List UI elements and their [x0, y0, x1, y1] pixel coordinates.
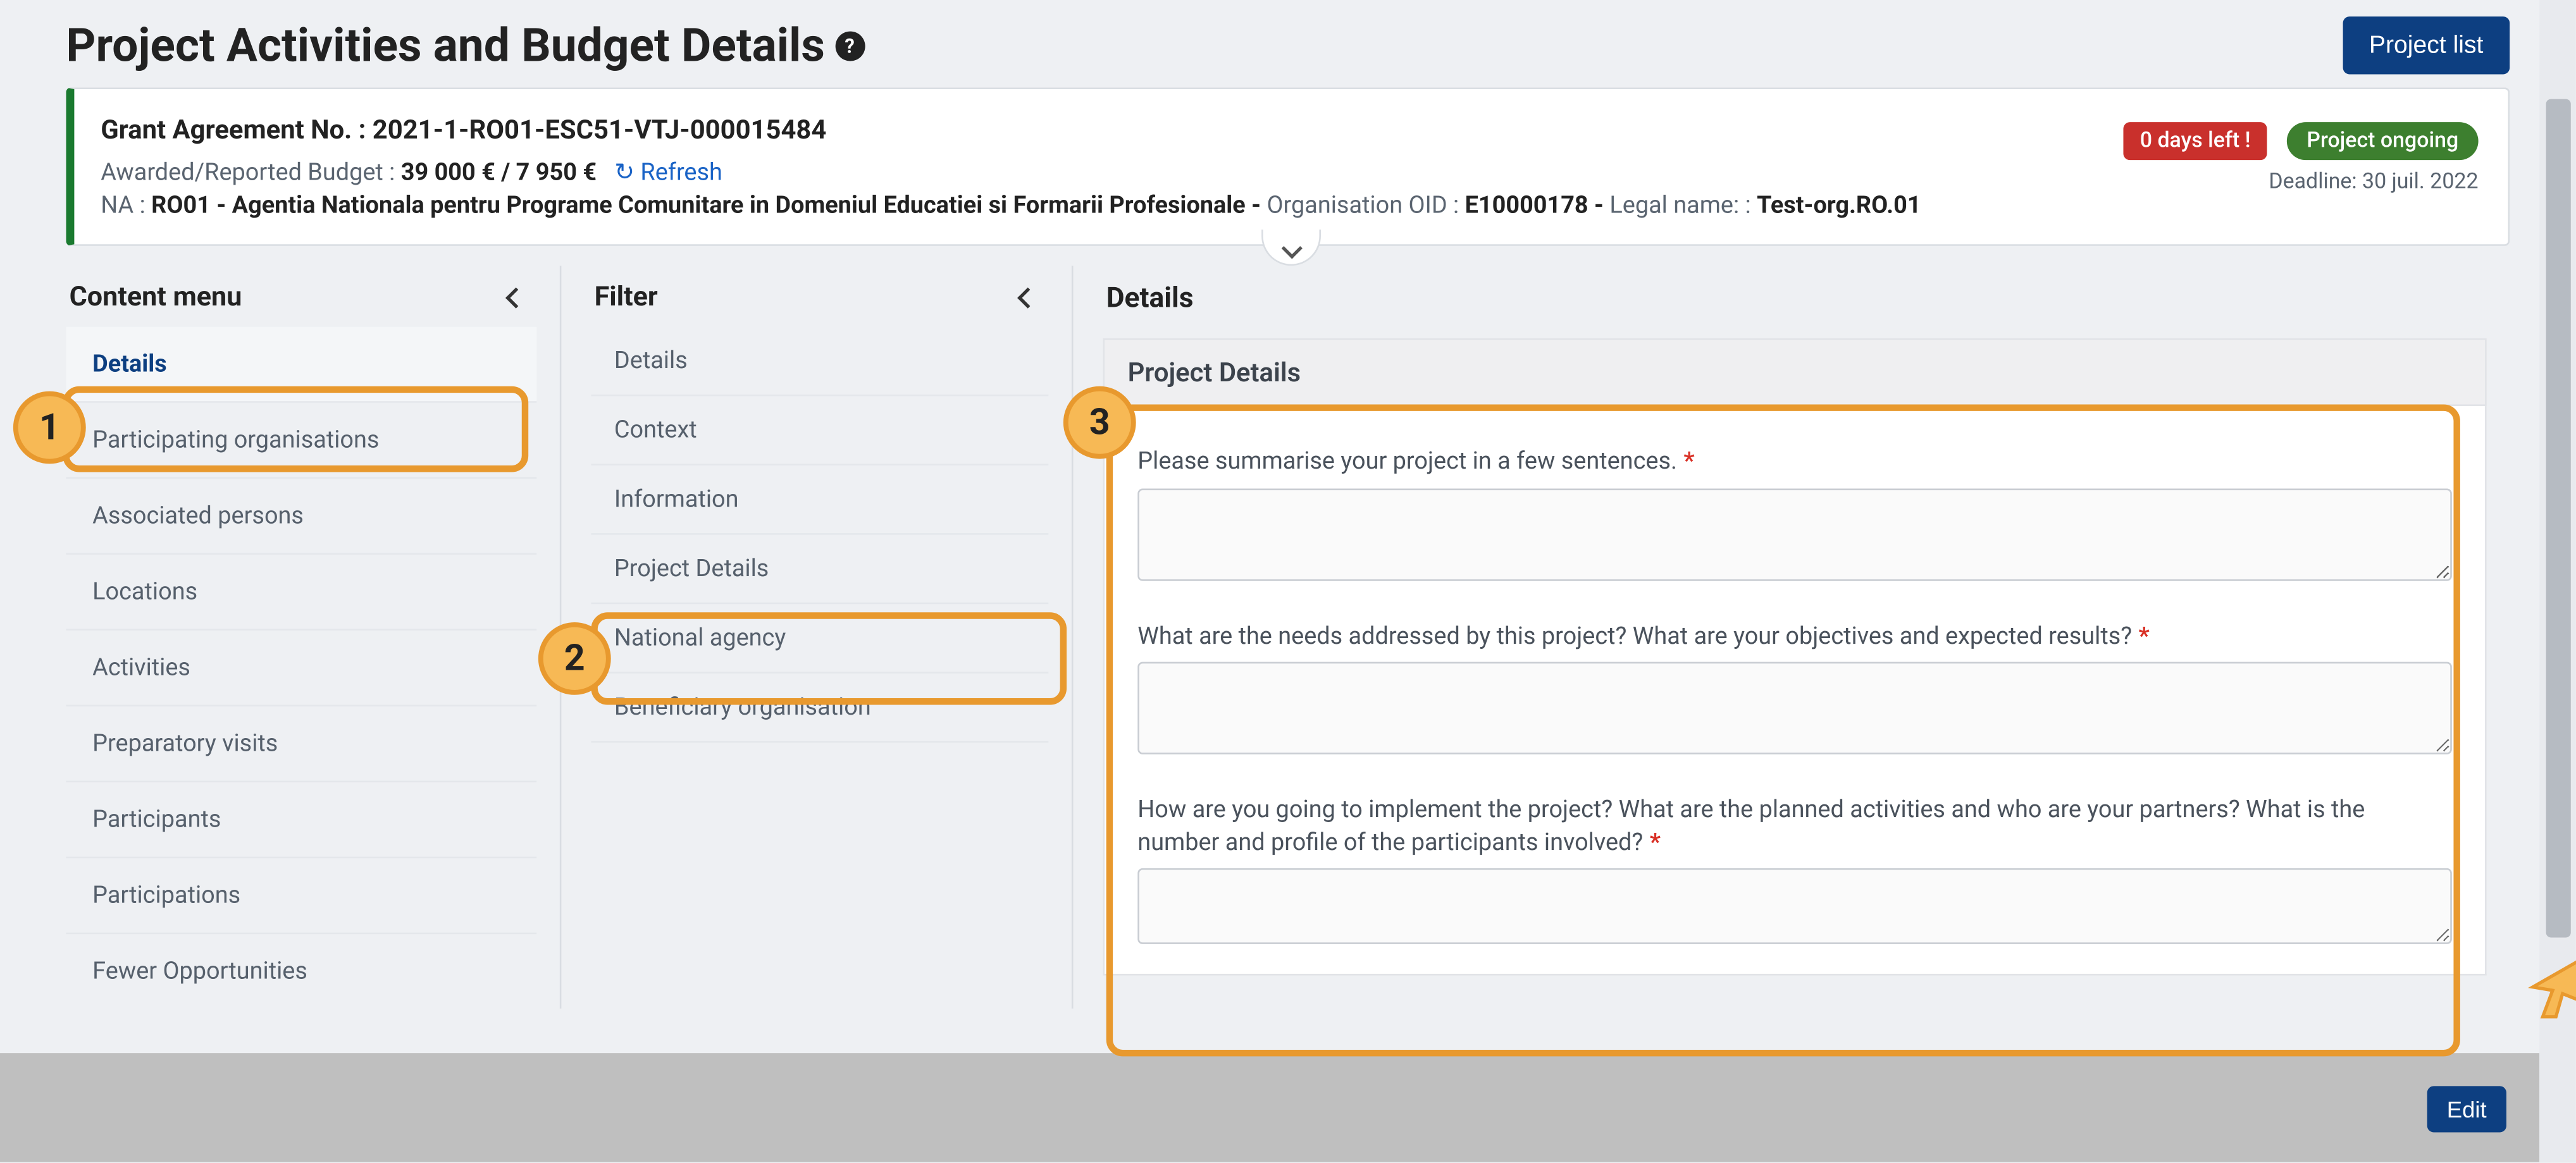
- help-icon[interactable]: ?: [835, 30, 865, 60]
- content-menu-item-participations[interactable]: Participations: [66, 858, 536, 934]
- filter-item-information[interactable]: Information: [591, 465, 1048, 535]
- status-block: 0 days left ! Project ongoing Deadline: …: [2124, 122, 2479, 195]
- label-needs-text: What are the needs addressed by this pro…: [1137, 622, 2132, 649]
- project-details-section-header: Project Details: [1103, 338, 2486, 406]
- filter-item-national-agency[interactable]: National agency: [591, 604, 1048, 674]
- annotation-number-1: 1: [13, 391, 86, 464]
- na-value: RO01 - Agentia Nationala pentru Programe…: [151, 192, 1266, 219]
- budget-line: Awarded/Reported Budget : 39 000 € / 7 9…: [101, 159, 2478, 187]
- budget-label: Awarded/Reported Budget :: [101, 159, 401, 187]
- legal-name-value: Test-org.RO.01: [1757, 192, 1921, 219]
- grant-number: 2021-1-RO01-ESC51-VTJ-000015484: [373, 114, 827, 145]
- textarea-summary[interactable]: [1137, 488, 2452, 580]
- refresh-link[interactable]: ↻ Refresh: [614, 159, 722, 187]
- content-menu-item-fewer-opportunities[interactable]: Fewer Opportunities: [66, 934, 536, 1008]
- textarea-implement[interactable]: [1137, 869, 2452, 945]
- grant-label: Grant Agreement No. :: [101, 114, 373, 145]
- filter-title: Filter: [595, 282, 658, 314]
- edit-button[interactable]: Edit: [2427, 1086, 2506, 1132]
- required-asterisk: *: [1683, 447, 1694, 475]
- required-asterisk: *: [2139, 622, 2150, 649]
- content-menu-header: Content menu: [66, 273, 536, 327]
- filter-header: Filter: [591, 273, 1048, 327]
- annotation-number-3: 3: [1063, 386, 1136, 459]
- oid-label: Organisation OID :: [1266, 192, 1464, 219]
- scrollbar-thumb[interactable]: [2546, 99, 2571, 938]
- refresh-icon: ↻: [614, 159, 635, 187]
- na-line: NA : RO01 - Agentia Nationala pentru Pro…: [101, 192, 2478, 219]
- grant-agreement-line: Grant Agreement No. : 2021-1-RO01-ESC51-…: [101, 114, 2478, 145]
- details-pane: Details Project Details Please summarise…: [1073, 266, 2510, 1009]
- filter-column: Filter Details Context Information Proje…: [561, 266, 1073, 1009]
- page-title: Project Activities and Budget Details ?: [66, 18, 864, 73]
- filter-item-project-details[interactable]: Project Details: [591, 535, 1048, 605]
- budget-value: 39 000 € / 7 950 €: [401, 159, 597, 187]
- form-group-summary: Please summarise your project in a few s…: [1137, 446, 2452, 587]
- collapse-content-menu-icon[interactable]: [509, 282, 523, 314]
- project-status-badge: Project ongoing: [2287, 122, 2479, 160]
- na-label: NA :: [101, 192, 151, 219]
- content-menu-item-locations[interactable]: Locations: [66, 555, 536, 631]
- collapse-filter-icon[interactable]: [1020, 282, 1035, 314]
- details-pane-title: Details: [1103, 273, 2486, 338]
- filter-item-context[interactable]: Context: [591, 396, 1048, 465]
- form-group-needs: What are the needs addressed by this pro…: [1137, 620, 2452, 761]
- footer-bar: [0, 1053, 2539, 1162]
- refresh-text: Refresh: [640, 159, 722, 187]
- filter-item-beneficiary-organisation[interactable]: Beneficiary organisation: [591, 674, 1048, 743]
- label-needs: What are the needs addressed by this pro…: [1137, 620, 2452, 652]
- textarea-needs[interactable]: [1137, 662, 2452, 754]
- label-implement: How are you going to implement the proje…: [1137, 794, 2452, 859]
- chevron-down-icon: [1284, 231, 1298, 262]
- label-summary: Please summarise your project in a few s…: [1137, 446, 2452, 478]
- project-details-form: Please summarise your project in a few s…: [1103, 406, 2486, 976]
- filter-item-details[interactable]: Details: [591, 327, 1048, 397]
- content-menu-item-preparatory-visits[interactable]: Preparatory visits: [66, 706, 536, 782]
- label-implement-text: How are you going to implement the proje…: [1137, 796, 2365, 856]
- project-list-button[interactable]: Project list: [2343, 16, 2510, 74]
- content-menu-item-associated-persons[interactable]: Associated persons: [66, 479, 536, 555]
- content-menu-item-details[interactable]: Details: [66, 327, 536, 403]
- content-menu-item-activities[interactable]: Activities: [66, 631, 536, 706]
- filter-list: Details Context Information Project Deta…: [591, 327, 1048, 743]
- deadline-text: Deadline: 30 juil. 2022: [2124, 170, 2479, 195]
- legal-name-label: Legal name: :: [1609, 192, 1757, 219]
- content-menu-item-participants[interactable]: Participants: [66, 782, 536, 858]
- page-title-text: Project Activities and Budget Details: [66, 18, 825, 73]
- oid-value: E10000178 -: [1465, 192, 1610, 219]
- arrow-cursor-annotation: [2520, 951, 2576, 1026]
- content-menu-title: Content menu: [70, 282, 242, 314]
- required-asterisk: *: [1650, 828, 1661, 856]
- label-summary-text: Please summarise your project in a few s…: [1137, 447, 1677, 475]
- days-left-badge: 0 days left !: [2124, 122, 2267, 160]
- annotation-number-2: 2: [538, 622, 611, 695]
- expand-info-button[interactable]: [1261, 230, 1321, 266]
- page-header: Project Activities and Budget Details ? …: [0, 0, 2576, 87]
- content-menu-column: Content menu Details Participating organ…: [66, 266, 561, 1009]
- grant-info-card: Grant Agreement No. : 2021-1-RO01-ESC51-…: [66, 87, 2510, 246]
- form-group-implement: How are you going to implement the proje…: [1137, 794, 2452, 951]
- main-columns: Content menu Details Participating organ…: [0, 266, 2576, 1009]
- content-menu-list: Details Participating organisations Asso…: [66, 327, 536, 1009]
- content-menu-item-participating-organisations[interactable]: Participating organisations: [66, 403, 536, 479]
